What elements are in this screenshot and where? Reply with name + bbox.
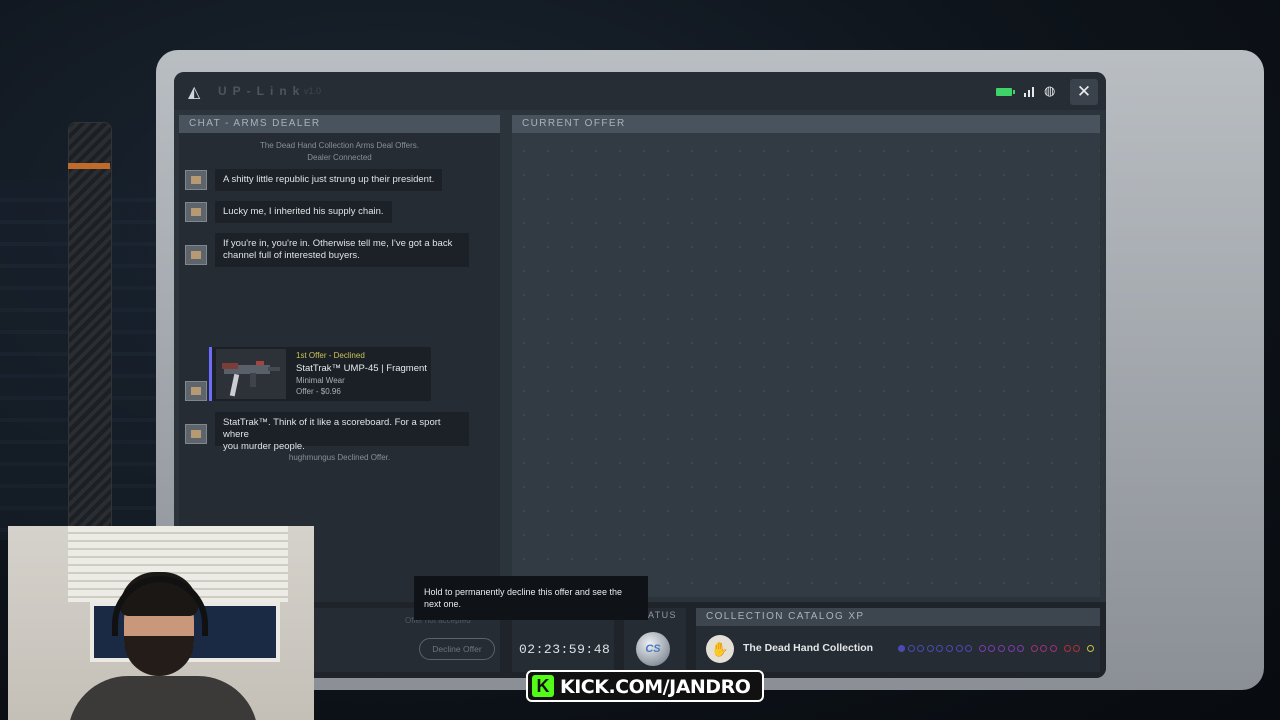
xp-dot [946,645,953,652]
background-pillar [68,122,112,544]
battery-icon [996,88,1015,96]
xp-dot [898,645,905,652]
status-header: ATUS [648,610,677,620]
kick-url: KICK.COM/JANDRO [560,676,751,698]
decline-tooltip: Hold to permanently decline this offer a… [414,576,648,620]
dealer-avatar [185,170,207,190]
dealer-avatar [185,245,207,265]
kick-banner: K KICK.COM/JANDRO [526,670,764,702]
dealer-avatar [185,424,207,444]
offer-item-name: StatTrak™ UMP-45 | Fragment [296,363,427,374]
system-message: The Dead Hand Collection Arms Deal Offer… [259,141,420,150]
collection-catalog-box: COLLECTION CATALOG XP ✋ The Dead Hand Co… [696,608,1100,672]
chat-message: A shitty little republic just strung up … [215,169,443,191]
chat-header: CHAT - ARMS DEALER [179,115,500,133]
collection-catalog-header: COLLECTION CATALOG XP [696,608,1100,626]
chat-message: If you're in, you're in. Otherwise tell … [215,233,469,267]
xp-dot [998,645,1005,652]
xp-dot [907,645,915,652]
collection-name: The Dead Hand Collection [743,642,874,654]
chat-message: Lucky me, I inherited his supply chain. [215,201,392,223]
ump45-weapon-image [216,349,286,399]
current-offer-panel: CURRENT OFFER [512,115,1100,597]
streamer [68,566,258,720]
xp-dot [1050,645,1057,652]
xp-dot [1086,645,1094,652]
xp-dot [1073,645,1081,652]
xp-dot [978,645,986,652]
chat-message-line: you murder people. [223,441,305,452]
xp-dot [936,645,944,652]
decline-offer-button[interactable]: Decline Offer [419,638,495,660]
kick-logo-icon: K [532,675,554,697]
xp-dot [926,645,934,652]
webcam-overlay [8,526,314,720]
dealer-avatar [185,202,207,222]
offer-card[interactable]: 1st Offer - Declined StatTrak™ UMP-45 | … [209,347,431,401]
xp-dot [965,645,973,652]
app-subtitle: v1.0 [304,86,322,96]
dealer-avatar [185,381,207,401]
xp-dot [1040,645,1048,652]
system-message-declined: hughmungus Declined Offer. [288,453,391,462]
app-title: UP-Link [218,84,306,98]
offer-status: 1st Offer - Declined [296,351,365,360]
system-message-connected: Dealer Connected [307,153,372,162]
xp-dot [1030,645,1038,652]
countdown-timer: 02:23:59:48 [519,642,611,657]
signal-icon [1024,87,1034,97]
xp-dot [1007,645,1015,652]
xp-dot [955,645,963,652]
hand-icon: ✋ [706,635,734,663]
xp-dot [1063,645,1071,652]
chat-message-line: channel full of interested buyers. [223,250,360,261]
offer-price: Offer - $0.96 [296,387,341,396]
title-bar: ◭ UP-Link v1.0 ◍ ✕ [174,72,1106,110]
current-offer-header: CURRENT OFFER [512,115,1100,133]
cs-badge-icon: CS [636,632,670,666]
xp-dot [988,645,996,652]
chat-message-line: StatTrak™. Think of it like a scoreboard… [223,417,441,440]
offer-wear: Minimal Wear [296,376,345,385]
app-logo-icon: ◭ [188,84,201,101]
chat-message-line: If you're in, you're in. Otherwise tell … [223,238,453,249]
globe-icon: ◍ [1044,83,1056,98]
chat-message: StatTrak™. Think of it like a scoreboard… [215,412,469,452]
close-button[interactable]: ✕ [1070,79,1098,105]
xp-dot [1017,645,1025,652]
xp-dot [917,645,925,652]
